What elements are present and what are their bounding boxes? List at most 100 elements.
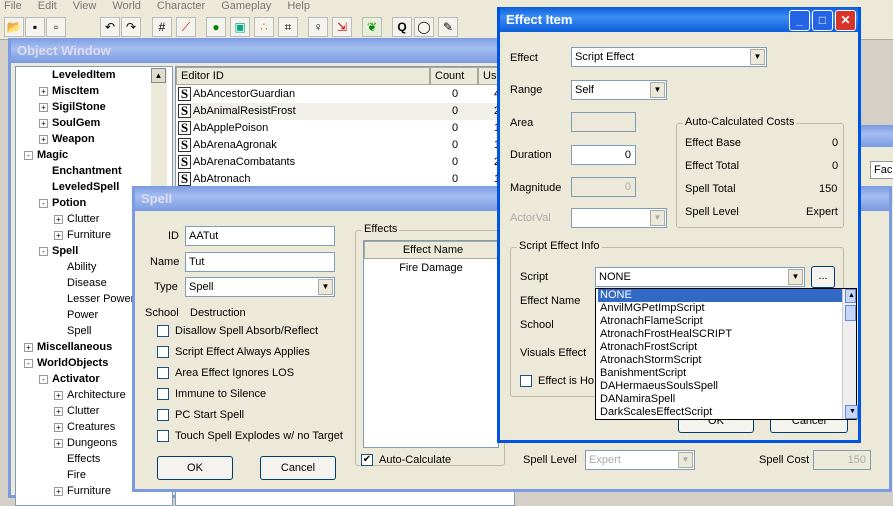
scroll-thumb[interactable] [845,305,856,321]
script-option[interactable]: DANamiraSpell [598,393,842,406]
open-icon[interactable]: 📂 [4,17,24,37]
script-dropdown-list[interactable]: NONE AnvilMGPetImpScript AtronachFlameScri… [595,288,858,420]
expand-icon[interactable]: + [39,86,48,96]
script-option[interactable]: NONE [598,289,842,302]
spell-level-select[interactable]: Expert ▼ [585,450,695,470]
collapse-icon[interactable]: - [24,150,33,160]
type-select[interactable]: Spell ▼ [185,277,335,297]
column-count[interactable]: Count [430,67,478,85]
terrain-icon[interactable]: ▣ [230,17,250,37]
script-option[interactable]: DAHermaeusSoulsSpell [598,380,842,393]
expand-icon[interactable]: + [54,230,63,240]
save-icon[interactable]: ▪ [25,17,45,37]
table-row[interactable]: S AbAnimalResistFrost [178,103,514,120]
chevron-down-icon[interactable]: ▼ [650,82,665,98]
script-option[interactable]: AtronachFrostHealSCRIPT [598,328,842,341]
table-row[interactable]: S AbArenaAgronak [178,137,514,154]
menu-gameplay[interactable]: Gameplay [221,0,271,14]
collapse-icon[interactable]: - [39,374,48,384]
tree-item[interactable]: - Magic [16,147,172,163]
spell-flag-checkbox[interactable]: Area Effect Ignores LOS [157,367,294,380]
redo-icon[interactable]: ↷ [121,17,141,37]
effect-select[interactable]: Script Effect ▼ [571,47,767,67]
chevron-down-icon[interactable]: ▼ [318,279,333,295]
landscape-icon[interactable]: ⟋ [176,17,196,37]
maximize-icon[interactable]: □ [812,10,833,31]
spell-flag-checkbox[interactable]: Disallow Spell Absorb/Reflect [157,325,318,338]
tab-faction[interactable]: Fac [870,161,893,179]
script-option[interactable]: DarkScalesEffectScript [598,406,842,419]
script-option[interactable]: AnvilMGPetImpScript [598,302,842,315]
expand-icon[interactable]: + [24,342,33,352]
table-row[interactable]: S AbArenaCombatants [178,154,514,171]
browse-script-button[interactable]: ... [811,266,835,288]
spell-ok-button[interactable]: OK [157,456,233,480]
effects-column-name[interactable]: Effect Name [364,241,498,259]
spell-flag-checkbox[interactable]: PC Start Spell [157,409,244,422]
expand-icon[interactable]: + [54,406,63,416]
effect-row[interactable]: Fire Damage [364,260,498,277]
tree-item[interactable]: + SigilStone [16,99,172,115]
spell-flag-checkbox[interactable]: Immune to Silence [157,388,266,401]
menu-edit[interactable]: Edit [38,0,57,14]
hostile-checkbox[interactable]: Effect is Ho [520,375,594,388]
expand-icon[interactable]: + [54,214,63,224]
spell-cancel-button[interactable]: Cancel [260,456,336,480]
expand-icon[interactable]: + [39,134,48,144]
menu-file[interactable]: File [4,0,22,14]
search-icon[interactable]: Q [392,17,412,37]
tree-item[interactable]: Enchantment [16,163,172,179]
table-row[interactable]: S AbAncestorGuardian [178,86,514,103]
scroll-up-icon[interactable]: ▲ [845,289,856,303]
menu-character[interactable]: Character [157,0,205,14]
marker-icon[interactable]: ⇲ [332,17,352,37]
path-icon[interactable]: ∴ [254,17,274,37]
menu-help[interactable]: Help [287,0,310,14]
expand-icon[interactable]: + [39,118,48,128]
name-field[interactable]: Tut [185,252,335,272]
chevron-down-icon[interactable]: ▼ [750,49,765,65]
id-field[interactable]: AATut [185,226,335,246]
expand-icon[interactable]: + [54,438,63,448]
range-select[interactable]: Self ▼ [571,80,667,100]
expand-icon[interactable]: + [54,422,63,432]
script-option[interactable]: AtronachStormScript [598,354,842,367]
script-edit-icon[interactable]: ✎ [438,17,458,37]
script-option[interactable]: AtronachFlameScript [598,315,842,328]
script-option[interactable]: AtronachFrostScript [598,341,842,354]
navmesh-icon[interactable]: ⌗ [278,17,298,37]
auto-calculate-checkbox[interactable]: ✔ Auto-Calculate [361,454,451,467]
expand-icon[interactable]: + [39,102,48,112]
spell-flag-checkbox[interactable]: Script Effect Always Applies [157,346,310,359]
world-icon[interactable]: ● [206,17,226,37]
collapse-icon[interactable]: - [39,198,48,208]
dropdown-scrollbar[interactable]: ▲ ▼ [842,289,858,419]
minimize-icon[interactable]: _ [789,10,810,31]
script-option[interactable]: BanishmentScript [598,367,842,380]
collapse-icon[interactable]: - [39,246,48,256]
close-icon[interactable]: ✕ [835,10,856,31]
print-icon[interactable]: ▫ [46,17,66,37]
dialogue-icon[interactable]: ◯ [414,17,434,37]
effects-list[interactable]: Effect Name Fire Damage [363,240,499,448]
menu-world[interactable]: World [112,0,141,14]
script-select[interactable]: NONE ▼ [595,267,805,287]
tree-scrollbar[interactable]: ▲ [151,68,167,198]
tree-item[interactable]: + MiscItem [16,83,172,99]
scroll-up-icon[interactable]: ▲ [151,68,166,83]
chevron-down-icon[interactable]: ▼ [678,452,693,468]
duration-field[interactable]: 0 [571,145,636,165]
spell-flag-checkbox[interactable]: Touch Spell Explodes w/ no Target [157,430,343,443]
object-window-title[interactable]: Object Window [11,38,505,63]
column-editor-id[interactable]: Editor ID [176,67,430,85]
menu-view[interactable]: View [73,0,97,14]
chevron-down-icon[interactable]: ▼ [788,269,803,285]
tree-item[interactable]: + Weapon [16,131,172,147]
leaf-icon[interactable]: ❦ [362,17,382,37]
undo-icon[interactable]: ↶ [100,17,120,37]
light-icon[interactable]: ♀ [308,17,328,37]
table-row[interactable]: S AbApplePoison [178,120,514,137]
tree-item[interactable]: LeveledItem [16,67,172,83]
expand-icon[interactable]: + [54,486,63,496]
collapse-icon[interactable]: - [24,358,33,368]
